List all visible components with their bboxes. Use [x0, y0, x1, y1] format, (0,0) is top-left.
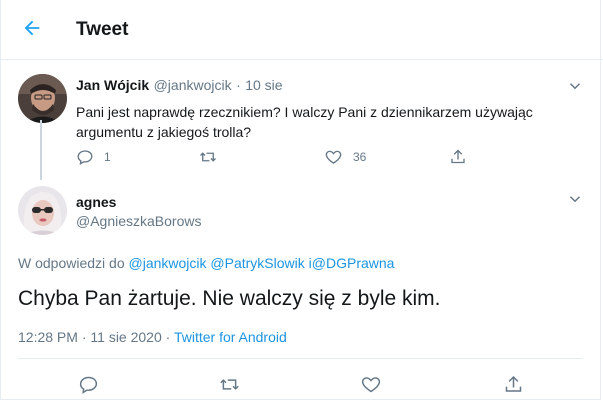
share-icon — [451, 149, 465, 164]
tweet-date[interactable]: 10 sie — [245, 77, 282, 93]
more-options-button[interactable] — [566, 77, 584, 95]
reply-button[interactable] — [78, 374, 99, 395]
dot-separator: · — [236, 77, 241, 93]
author-name[interactable]: agnes — [76, 194, 116, 210]
tweet-time[interactable]: 12:28 PM — [18, 329, 78, 345]
tweet-meta: 12:28 PM · 11 sie 2020 · Twitter for And… — [18, 329, 287, 345]
avatar[interactable] — [18, 186, 67, 235]
tweet-text: Chyba Pan żartuje. Nie walczy się z byle… — [18, 287, 441, 310]
share-button[interactable] — [503, 373, 524, 395]
dot-separator: · — [81, 329, 87, 345]
retweet-button[interactable] — [198, 148, 228, 166]
retweet-icon — [220, 379, 239, 390]
share-button[interactable] — [449, 147, 467, 166]
divider — [18, 358, 583, 359]
tweet-date[interactable]: 11 sie 2020 — [90, 329, 161, 345]
like-button[interactable]: 36 — [324, 148, 366, 166]
reply-prefix: W odpowiedzi do — [18, 255, 125, 271]
chevron-down-icon — [569, 83, 581, 90]
mention-link[interactable]: @jankwojcik — [129, 255, 207, 271]
retweet-button[interactable] — [218, 374, 241, 395]
author-handle[interactable]: @jankwojcik — [154, 77, 232, 93]
reply-icon — [77, 150, 93, 166]
back-button[interactable] — [18, 14, 46, 42]
author-handle[interactable]: @AgnieszkaBorows — [76, 213, 202, 229]
share-icon — [505, 375, 522, 392]
like-count: 36 — [353, 150, 367, 164]
mention-link[interactable]: @DGPrawna — [312, 255, 395, 271]
reply-button[interactable]: 1 — [76, 148, 111, 166]
parent-tweet-text: Pani jest naprawdę rzecznikiem? I walczy… — [76, 104, 533, 140]
reply-icon — [79, 376, 98, 394]
chevron-down-icon — [569, 196, 581, 203]
author-name[interactable]: Jan Wójcik — [76, 77, 149, 93]
tweet-source[interactable]: Twitter for Android — [174, 329, 287, 345]
reply-context: W odpowiedzi do @jankwojcik @PatrykSlowi… — [18, 255, 394, 271]
arrow-left-icon — [24, 20, 40, 36]
page-title: Tweet — [76, 19, 129, 40]
heart-icon — [325, 150, 342, 164]
like-button[interactable] — [360, 374, 382, 395]
retweet-icon — [200, 152, 216, 162]
header-bar: Tweet — [0, 0, 603, 60]
parent-tweet-header: Jan Wójcik @jankwojcik · 10 sie — [76, 77, 283, 95]
avatar[interactable] — [18, 74, 67, 123]
more-options-button[interactable] — [566, 190, 584, 208]
thread-line — [40, 120, 42, 180]
dot-separator: · — [165, 329, 171, 345]
mention-link[interactable]: @PatrykSlowik — [210, 255, 304, 271]
heart-icon — [361, 377, 381, 393]
reply-count: 1 — [104, 150, 111, 164]
